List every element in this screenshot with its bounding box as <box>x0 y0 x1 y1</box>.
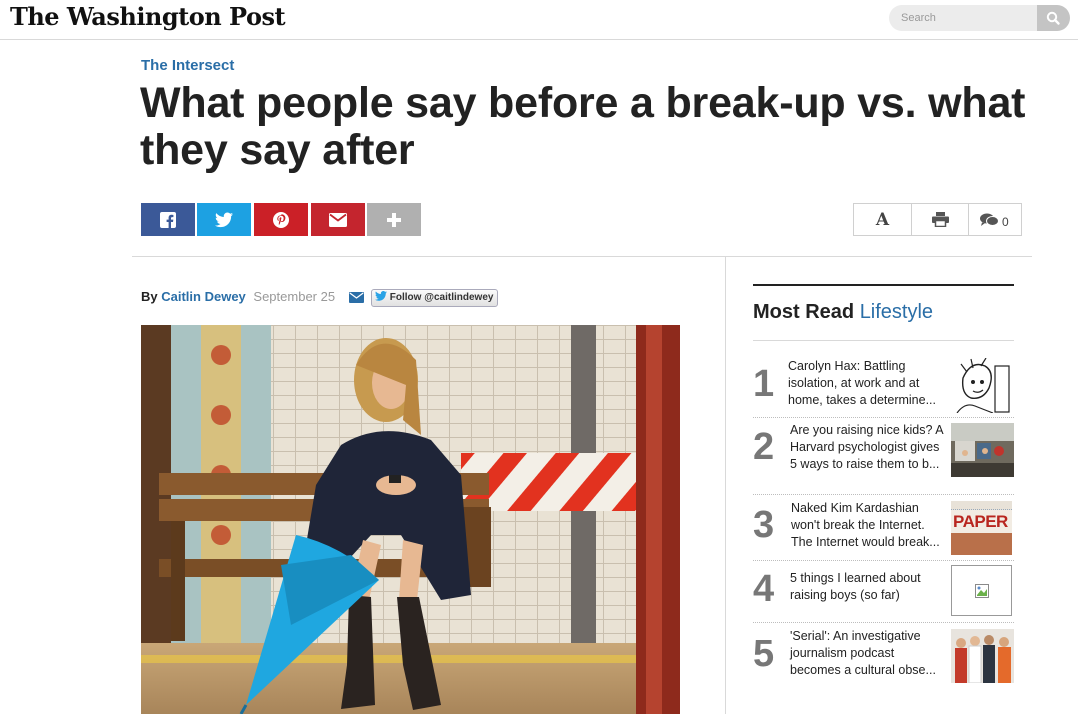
most-read-item[interactable]: 4 5 things I learned about raising boys … <box>753 565 1014 620</box>
most-read-item[interactable]: 1 Carolyn Hax: Battling isolation, at wo… <box>753 358 1014 416</box>
rank-number: 2 <box>753 426 775 468</box>
byline-prefix: By <box>141 289 158 304</box>
envelope-icon <box>329 212 347 227</box>
item-divider <box>753 560 1014 561</box>
publish-date: September 25 <box>253 289 336 304</box>
comment-count: 0 <box>1002 215 1009 229</box>
article-headline: What people say before a break-up vs. wh… <box>140 79 1026 174</box>
most-read-thumbnail[interactable] <box>951 565 1012 616</box>
facebook-icon <box>160 211 176 228</box>
pinterest-share-button[interactable] <box>254 203 308 236</box>
broken-image-icon <box>975 584 989 598</box>
thumb-caption-strip <box>951 501 1012 510</box>
most-read-thumbnail[interactable] <box>953 358 1012 413</box>
email-author-icon[interactable] <box>349 292 364 303</box>
most-read-title[interactable]: Carolyn Hax: Battling isolation, at work… <box>788 358 944 409</box>
top-nav-bar: The Washington Post <box>0 0 1078 40</box>
twitter-share-button[interactable] <box>197 203 251 236</box>
more-share-button[interactable] <box>367 203 421 236</box>
section-kicker[interactable]: The Intersect <box>141 57 234 74</box>
paper-magazine-logo: PAPER <box>953 512 1008 531</box>
follow-label: Follow @caitlindewey <box>389 292 494 303</box>
article-tools: A 0 <box>853 203 1022 236</box>
most-read-title[interactable]: 5 things I learned about raising boys (s… <box>790 570 946 604</box>
pinterest-icon <box>273 211 289 228</box>
search-box <box>889 5 1070 31</box>
most-read-title[interactable]: 'Serial': An investigative journalism po… <box>790 628 946 679</box>
column-divider <box>725 257 726 714</box>
most-read-thumbnail[interactable] <box>951 629 1014 683</box>
article-photo <box>141 325 680 714</box>
most-read-item[interactable]: 3 Naked Kim Kardashian won't break the I… <box>753 500 1014 558</box>
print-button[interactable] <box>911 204 969 235</box>
most-read-section-link[interactable]: Lifestyle <box>860 301 933 323</box>
most-read-thumbnail[interactable]: PAPER <box>951 501 1012 555</box>
sidebar-header-divider <box>753 340 1014 341</box>
rank-number: 3 <box>753 504 775 546</box>
most-read-thumbnail[interactable] <box>951 423 1014 477</box>
header-divider <box>132 256 1032 257</box>
washington-post-logo[interactable]: The Washington Post <box>10 2 286 31</box>
printer-icon <box>932 212 949 227</box>
sidebar-top-rule <box>753 284 1014 286</box>
author-link[interactable]: Caitlin Dewey <box>161 289 246 304</box>
item-divider <box>753 417 1014 418</box>
item-divider <box>753 494 1014 495</box>
comments-button[interactable]: 0 <box>968 204 1022 235</box>
twitter-bird-icon <box>375 291 387 301</box>
email-share-button[interactable] <box>311 203 365 236</box>
item-divider <box>753 622 1014 623</box>
rank-number: 5 <box>753 633 775 675</box>
most-read-label: Most Read <box>753 301 855 323</box>
rank-number: 1 <box>753 363 775 405</box>
twitter-follow-button[interactable]: Follow @caitlindewey <box>371 289 499 307</box>
search-icon <box>1046 11 1060 25</box>
twitter-icon <box>215 212 233 227</box>
most-read-heading: Most Read Lifestyle <box>753 301 933 324</box>
most-read-item[interactable]: 2 Are you raising nice kids? A Harvard p… <box>753 422 1014 490</box>
thumb-photo-area <box>951 533 1012 555</box>
plus-icon <box>387 212 401 227</box>
search-input[interactable] <box>889 5 1037 31</box>
byline: By Caitlin Dewey September 25 <box>141 289 335 307</box>
rank-number: 4 <box>753 568 775 610</box>
most-read-title[interactable]: Are you raising nice kids? A Harvard psy… <box>790 422 946 473</box>
most-read-item[interactable]: 5 'Serial': An investigative journalism … <box>753 628 1014 684</box>
search-button[interactable] <box>1037 5 1070 31</box>
font-size-button[interactable]: A <box>854 204 911 235</box>
most-read-title[interactable]: Naked Kim Kardashian won't break the Int… <box>791 500 947 551</box>
facebook-share-button[interactable] <box>141 203 195 236</box>
comment-icon <box>980 213 999 226</box>
font-size-icon: A <box>875 210 890 230</box>
